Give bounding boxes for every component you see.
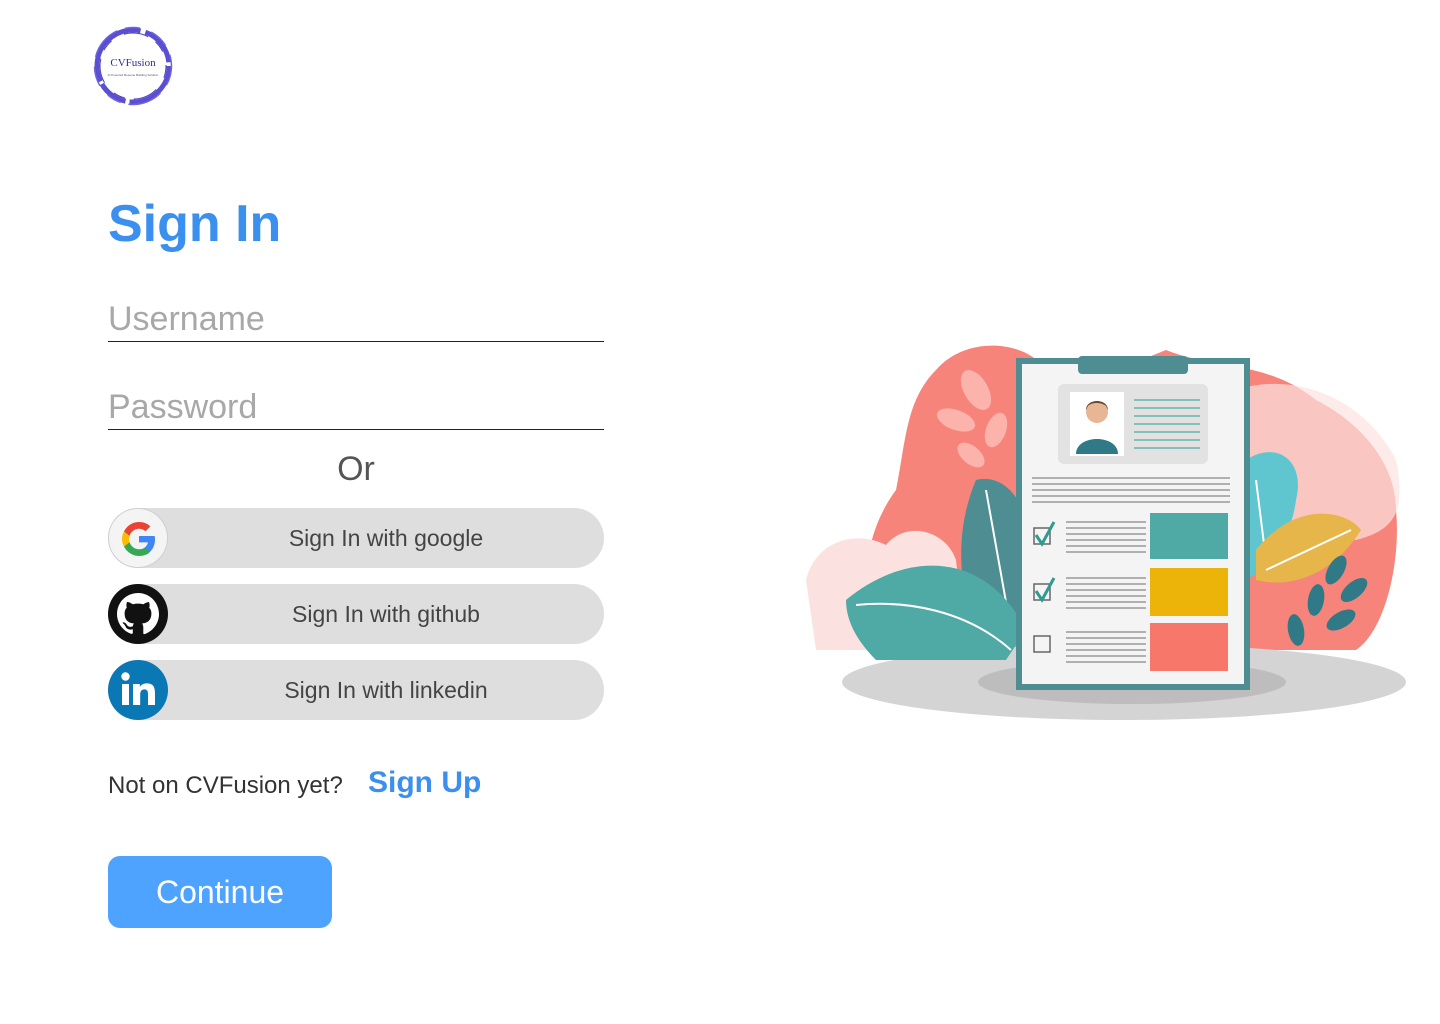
logo-tagline: AI Powered Resume Building Solution xyxy=(107,73,159,77)
github-signin-label: Sign In with github xyxy=(292,601,480,627)
page-title: Sign In xyxy=(108,195,282,253)
linkedin-signin-label: Sign In with linkedin xyxy=(284,677,488,703)
linkedin-signin-button[interactable]: Sign In with linkedin xyxy=(108,660,604,720)
github-icon xyxy=(108,584,168,644)
username-input[interactable] xyxy=(108,298,604,342)
google-signin-button[interactable]: Sign In with google xyxy=(108,508,604,568)
google-icon xyxy=(108,508,168,568)
signup-question: Not on CVFusion yet? xyxy=(108,772,343,799)
brand-logo[interactable]: CVFusion AI Powered Resume Building Solu… xyxy=(90,24,176,108)
signup-link[interactable]: Sign Up xyxy=(368,766,481,800)
google-signin-label: Sign In with google xyxy=(288,525,484,551)
linkedin-icon xyxy=(108,660,168,720)
password-input[interactable] xyxy=(108,386,604,430)
github-signin-button[interactable]: Sign In with github xyxy=(108,584,604,644)
resume-checklist-illustration xyxy=(796,330,1416,735)
or-divider: Or xyxy=(337,450,375,488)
continue-button[interactable]: Continue xyxy=(108,856,332,928)
logo-text: CVFusion xyxy=(110,57,156,69)
